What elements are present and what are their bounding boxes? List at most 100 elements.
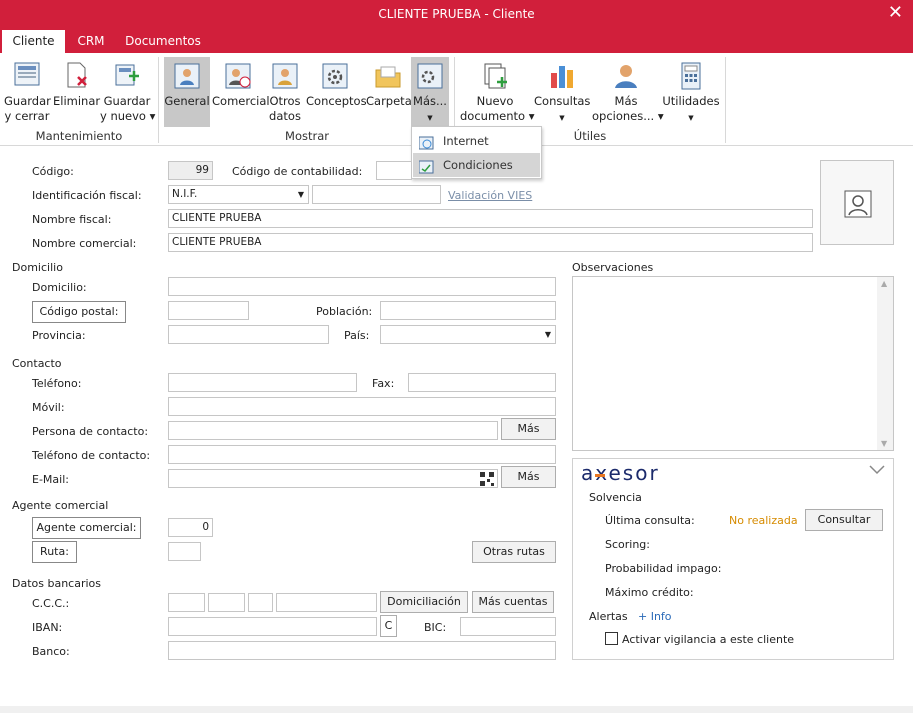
general-label: General [164, 94, 210, 108]
banco-label: Banco: [32, 645, 70, 658]
tab-cliente[interactable]: Cliente [2, 30, 65, 53]
nombre-fiscal-field[interactable]: CLIENTE PRUEBA [168, 209, 813, 228]
close-icon[interactable]: ✕ [888, 0, 903, 26]
general-button[interactable]: General [164, 57, 210, 127]
consultar-button[interactable]: Consultar [805, 509, 883, 531]
ruta-field[interactable] [168, 542, 201, 561]
group-mostrar: Mostrar [285, 129, 329, 143]
axesor-logo: axesor [581, 461, 660, 485]
observaciones-scrollbar[interactable]: ▲ ▼ [877, 277, 893, 450]
chevron-down-icon: ▼ [688, 114, 694, 122]
qr-code-icon[interactable] [480, 472, 494, 487]
utilidades-button[interactable]: Utilidades ▼ [662, 57, 720, 126]
telefono-field[interactable] [168, 373, 357, 392]
vies-link[interactable]: Validación VIES [448, 189, 532, 202]
menu-item-condiciones-label: Condiciones [443, 158, 513, 172]
iban-field[interactable] [168, 617, 377, 636]
provincia-field[interactable] [168, 325, 329, 344]
save-new-button[interactable]: Guardar y nuevo ▾ [100, 57, 155, 124]
chevron-down-icon: ▼ [544, 330, 551, 339]
calculator-icon [676, 59, 706, 93]
email-mas-button[interactable]: Más [501, 466, 556, 488]
persona-contacto-label: Persona de contacto: [32, 425, 149, 438]
save-close-button[interactable]: Guardar y cerrar [4, 57, 51, 124]
email-field[interactable] [168, 469, 498, 488]
ccc-cuenta-field[interactable] [276, 593, 377, 612]
codigo-postal-button[interactable]: Código postal: [32, 301, 126, 323]
ccc-dc-field[interactable] [248, 593, 273, 612]
otras-rutas-button[interactable]: Otras rutas [472, 541, 556, 563]
conceptos-button[interactable]: Conceptos [306, 57, 367, 109]
domiciliacion-button[interactable]: Domiciliación [380, 591, 468, 613]
utilidades-label: Utilidades [662, 94, 720, 108]
pais-select[interactable]: ▼ [380, 325, 556, 344]
ccc-oficina-field[interactable] [208, 593, 245, 612]
bic-field[interactable] [460, 617, 556, 636]
codigo-field[interactable]: 99 [168, 161, 213, 180]
info-link[interactable]: + Info [638, 610, 672, 623]
vigilancia-checkbox[interactable] [605, 632, 618, 645]
codigo-postal-field[interactable] [168, 301, 249, 320]
fax-field[interactable] [408, 373, 556, 392]
tab-documentos[interactable]: Documentos [122, 30, 204, 53]
iban-calc-button[interactable]: C [380, 615, 397, 637]
user-avatar-icon [844, 190, 872, 221]
sales-person-icon [223, 59, 253, 93]
contabilidad-label: Código de contabilidad: [232, 165, 363, 178]
otros-datos-button[interactable]: Otros datos [266, 57, 304, 124]
banco-field[interactable] [168, 641, 556, 660]
maximo-credito-label: Máximo crédito: [605, 586, 694, 599]
domicilio-field[interactable] [168, 277, 556, 296]
conceptos-label: Conceptos [306, 94, 367, 108]
probabilidad-impago-label: Probabilidad impago: [605, 562, 722, 575]
observaciones-label: Observaciones [572, 261, 654, 274]
observaciones-textarea[interactable]: ▲ ▼ [572, 276, 894, 451]
tab-crm[interactable]: CRM [70, 30, 112, 53]
scoring-label: Scoring: [605, 538, 650, 551]
mas-dropdown-menu: Internet Condiciones [411, 126, 542, 179]
nuevo-documento-label: Nuevo documento ▾ [460, 94, 535, 123]
mas-opciones-button[interactable]: Más opciones... ▾ [592, 57, 664, 124]
ccc-entidad-field[interactable] [168, 593, 205, 612]
agente-field[interactable]: 0 [168, 518, 213, 537]
poblacion-label: Población: [316, 305, 373, 318]
menu-item-internet[interactable]: Internet [413, 129, 540, 153]
persona-mas-button[interactable]: Más [501, 418, 556, 440]
persona-contacto-field[interactable] [168, 421, 498, 440]
window-title: CLIENTE PRUEBA - Cliente [378, 7, 535, 21]
mas-cuentas-button[interactable]: Más cuentas [472, 591, 554, 613]
bancarios-section: Datos bancarios [12, 577, 102, 590]
contabilidad-field[interactable] [376, 161, 412, 180]
idfiscal-select[interactable]: N.I.F. ▼ [168, 185, 309, 204]
consultas-button[interactable]: Consultas ▼ [534, 57, 590, 126]
floppy-form-icon [12, 59, 42, 93]
carpeta-button[interactable]: Carpeta [366, 57, 412, 109]
movil-field[interactable] [168, 397, 556, 416]
chevron-down-icon: ▼ [559, 114, 565, 122]
status-strip [0, 706, 913, 713]
comercial-button[interactable]: Comercial [212, 57, 270, 109]
telefono-contacto-field[interactable] [168, 445, 556, 464]
agente-comercial-button[interactable]: Agente comercial: [32, 517, 141, 539]
nombre-comercial-field[interactable]: CLIENTE PRUEBA [168, 233, 813, 252]
ultima-consulta-label: Última consulta: [605, 514, 695, 527]
new-document-icon [480, 59, 510, 93]
otros-datos-label: Otros datos [269, 94, 301, 123]
delete-button[interactable]: Eliminar [53, 57, 100, 109]
collapse-chevron-icon[interactable] [869, 465, 885, 478]
nuevo-documento-button[interactable]: Nuevo documento ▾ [460, 57, 535, 124]
nif-field[interactable] [312, 185, 441, 204]
axesor-panel: axesor Solvencia Última consulta: No rea… [572, 458, 894, 660]
gear-doc-icon [320, 59, 350, 93]
poblacion-field[interactable] [380, 301, 556, 320]
ruta-button[interactable]: Ruta: [32, 541, 77, 563]
email-label: E-Mail: [32, 473, 69, 486]
scroll-up-icon[interactable]: ▲ [881, 279, 887, 288]
menu-item-condiciones[interactable]: Condiciones [413, 153, 540, 177]
alertas-label: Alertas [589, 610, 628, 623]
mas-button[interactable]: Más... ▼ [411, 57, 449, 127]
scroll-down-icon[interactable]: ▼ [881, 439, 887, 448]
provincia-label: Provincia: [32, 329, 86, 342]
photo-frame[interactable] [820, 160, 894, 245]
axesor-logo-accent [595, 474, 605, 477]
